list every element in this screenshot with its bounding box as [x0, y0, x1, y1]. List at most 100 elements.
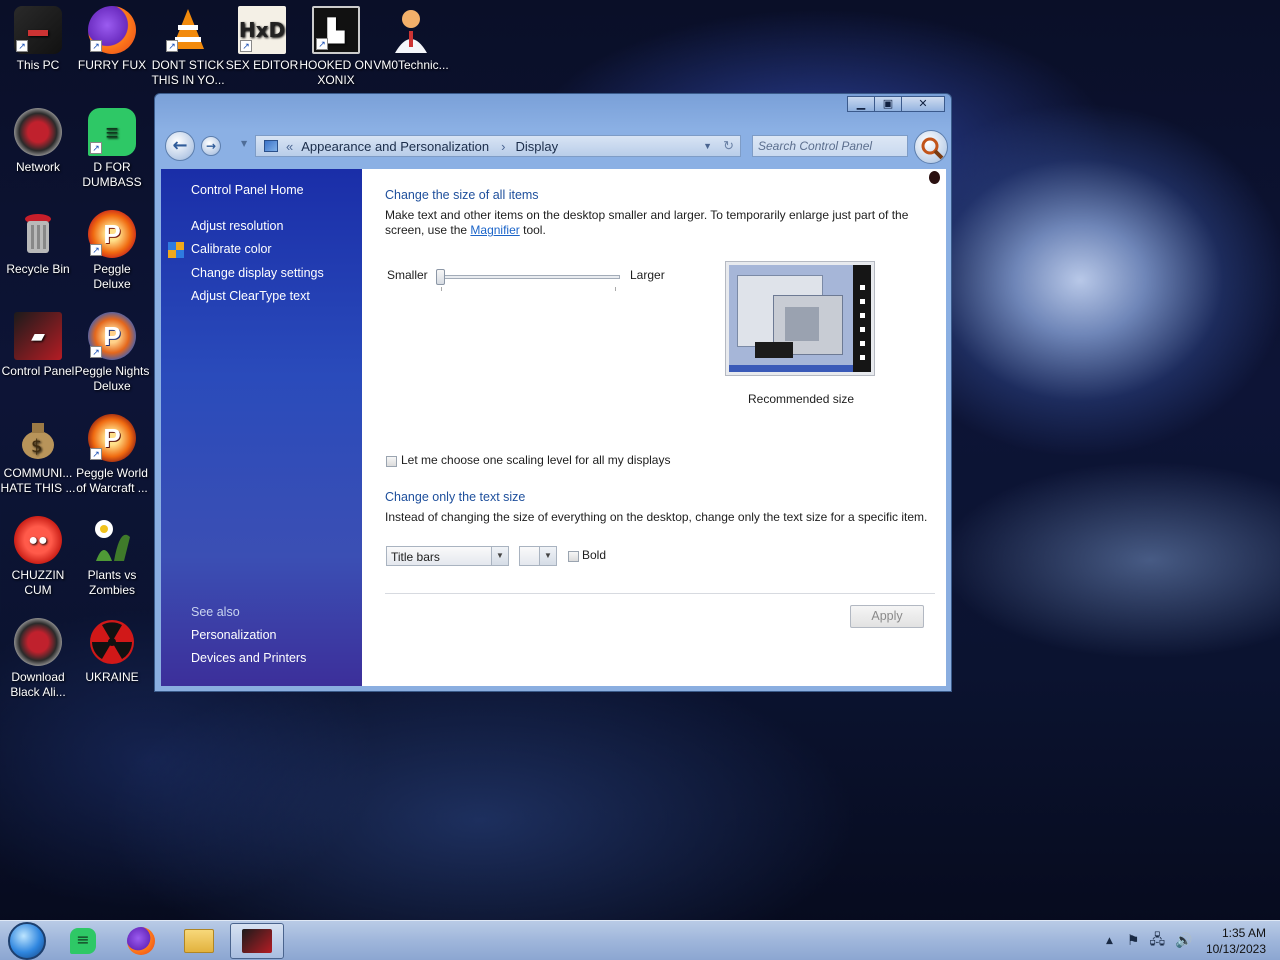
desktop-icon-dont-stick[interactable]: ↗ DONT STICK THIS IN YO...	[150, 6, 226, 88]
apply-button[interactable]: Apply	[850, 605, 924, 628]
adjust-cleartype-link[interactable]: Adjust ClearType text	[191, 289, 310, 303]
desktop-icon-label: DONT STICK THIS IN YO...	[151, 58, 225, 87]
desktop-icon-recycle-bin[interactable]: Recycle Bin	[0, 210, 76, 277]
taskbar-clock[interactable]: 1:35 AM 10/13/2023	[1206, 925, 1266, 957]
desktop-icon-peggle-deluxe[interactable]: P ↗ Peggle Deluxe	[74, 210, 150, 292]
control-panel-icon	[242, 929, 272, 953]
desktop-icon-control-panel[interactable]: ▰ Control Panel	[0, 312, 76, 379]
desktop-icon-pvz[interactable]: Plants vs Zombies	[74, 516, 150, 598]
address-dropdown-icon[interactable]: ▼	[703, 141, 712, 151]
radiation-icon	[88, 618, 136, 666]
desktop-icon-d-for-dumbass[interactable]: ≡ ↗ D FOR DUMBASS	[74, 108, 150, 190]
scaling-level-label: Let me choose one scaling level for all …	[401, 453, 671, 467]
taskbar-control-panel[interactable]	[230, 923, 284, 959]
size-slider[interactable]	[436, 269, 620, 291]
text-item-select[interactable]: Title bars ▼	[386, 546, 509, 566]
see-also-heading: See also	[191, 605, 240, 619]
breadcrumb-appearance[interactable]: Appearance and Personalization	[301, 139, 489, 154]
volume-icon[interactable]: 🔊	[1175, 933, 1192, 949]
taskbar-file-explorer[interactable]	[172, 923, 226, 959]
network-status-icon[interactable]: 🖧	[1149, 929, 1165, 953]
desktop-icon-network[interactable]: Network	[0, 108, 76, 175]
help-icon[interactable]	[929, 171, 940, 184]
bold-label: Bold	[582, 548, 607, 562]
slider-thumb[interactable]	[436, 269, 445, 285]
desktop-icon-communi[interactable]: $ COMMUNI... HATE THIS ...	[0, 414, 76, 496]
computer-icon: ▬ ↗	[14, 6, 62, 54]
desktop-icon-label: FURRY FUX	[77, 58, 147, 72]
task-pane: Control Panel Home Adjust resolution Cal…	[161, 169, 362, 686]
desktop-icon-download-black[interactable]: Download Black Ali...	[0, 618, 76, 700]
search-button[interactable]	[914, 130, 948, 164]
refresh-icon[interactable]: ↻	[723, 138, 734, 154]
control-panel-home-link[interactable]: Control Panel Home	[191, 183, 304, 197]
desktop-icon-label: Network	[15, 160, 60, 174]
taskbar-firefox[interactable]	[114, 923, 168, 959]
magnifier-link[interactable]: Magnifier	[470, 223, 519, 237]
slider-track	[438, 275, 620, 279]
firefox-icon	[127, 927, 155, 955]
forward-button[interactable]: →	[201, 136, 221, 156]
adjust-resolution-link[interactable]: Adjust resolution	[191, 219, 283, 233]
start-orb-icon	[8, 922, 46, 960]
desktop-icon-label: CHUZZIN CUM	[11, 568, 65, 597]
change-display-settings-link[interactable]: Change display settings	[191, 266, 324, 280]
peggle-icon: P ↗	[88, 210, 136, 258]
desktop-icon-peggle-wow[interactable]: P ↗ Peggle World of Warcraft ...	[74, 414, 150, 496]
search-input[interactable]: Search Control Panel	[752, 135, 908, 157]
vlc-cone-icon: ↗	[164, 6, 212, 54]
system-tray: ▲ ⚑ 🖧 🔊	[1106, 921, 1193, 960]
divider	[385, 593, 935, 594]
breadcrumb-separator-icon[interactable]: ›	[501, 139, 505, 154]
breadcrumb-overflow-icon[interactable]: «	[286, 139, 293, 154]
forward-arrow-icon: →	[205, 139, 217, 153]
scaling-level-checkbox[interactable]	[386, 456, 397, 467]
font-size-select[interactable]: ▼	[519, 546, 557, 566]
control-panel-icon	[264, 140, 278, 152]
start-button[interactable]	[0, 922, 54, 960]
close-button[interactable]: ✕	[901, 96, 945, 112]
desktop-icon-label: VM0Technic...	[373, 58, 449, 72]
recent-pages-dropdown[interactable]: ▼	[241, 139, 247, 148]
address-bar[interactable]: « Appearance and Personalization › Displ…	[255, 135, 741, 157]
control-panel-icon: ▰	[14, 312, 62, 360]
preview-caption: Recommended size	[748, 392, 855, 406]
desktop-icon-label: Download Black Ali...	[10, 670, 66, 699]
peggle-wow-icon: P ↗	[88, 414, 136, 462]
change-size-description: Make text and other items on the desktop…	[385, 208, 909, 237]
taskbar-chat-app[interactable]: ≡	[56, 923, 110, 959]
desktop-icon-sex-editor[interactable]: HxD ↗ SEX EDITOR	[224, 6, 300, 73]
desktop-icon-label: Peggle Nights Deluxe	[74, 364, 150, 393]
desktop-icon-ukraine[interactable]: UKRAINE	[74, 618, 150, 685]
change-text-size-description: Instead of changing the size of everythi…	[385, 510, 928, 524]
minimize-button[interactable]: ▁	[847, 96, 875, 112]
desktop-icon-vm0technic[interactable]: VM0Technic...	[373, 6, 449, 73]
network-icon	[14, 108, 62, 156]
breadcrumb-display[interactable]: Display	[516, 139, 559, 154]
desktop-icon-peggle-nights[interactable]: P ↗ Peggle Nights Deluxe	[74, 312, 150, 394]
firefox-icon: ↗	[88, 6, 136, 54]
show-hidden-icons-icon[interactable]: ▲	[1106, 936, 1113, 946]
green-chat-icon: ≡ ↗	[88, 108, 136, 156]
desktop-icon-this-pc[interactable]: ▬ ↗ This PC	[0, 6, 76, 73]
back-button[interactable]: ←	[165, 131, 195, 161]
action-center-flag-icon[interactable]: ⚑	[1127, 933, 1140, 949]
desktop-icon-label: This PC	[16, 58, 60, 72]
desktop-icon-label: Peggle World of Warcraft ...	[76, 466, 148, 495]
desktop-icon-label: Plants vs Zombies	[87, 568, 137, 597]
bold-checkbox[interactable]	[568, 551, 579, 562]
maximize-button[interactable]: ▣	[874, 96, 902, 112]
calibrate-color-link[interactable]: Calibrate color	[191, 242, 272, 256]
back-arrow-icon: ←	[172, 135, 188, 156]
personalization-link[interactable]: Personalization	[191, 628, 276, 642]
money-bag-icon: $	[14, 414, 62, 462]
display-settings-window: ▁ ▣ ✕ ← → ▼ « Appearance and Personaliza…	[154, 93, 952, 692]
chevron-down-icon: ▼	[539, 547, 556, 565]
chuzzle-icon: ●●	[14, 516, 62, 564]
desktop-icon-furry-fux[interactable]: ↗ FURRY FUX	[74, 6, 150, 73]
desktop-icon-xonix[interactable]: ▙ ↗ HOOKED ON XONIX	[298, 6, 374, 88]
desktop-icon-label: SEX EDITOR	[225, 58, 299, 72]
desktop-icon-chuzzin[interactable]: ●● CHUZZIN CUM	[0, 516, 76, 598]
devices-and-printers-link[interactable]: Devices and Printers	[191, 651, 306, 665]
navigation-bar: ← → ▼ « Appearance and Personalization ›…	[165, 130, 948, 164]
